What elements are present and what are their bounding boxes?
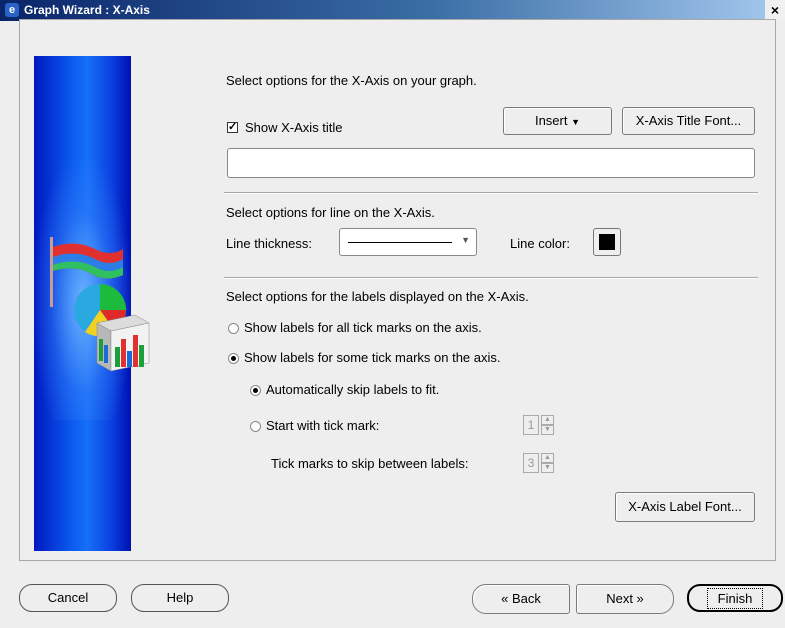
help-button[interactable]: Help [131,584,229,612]
x-axis-label-font-button[interactable]: X-Axis Label Font... [615,492,755,522]
radio-show-all-labels-label: Show labels for all tick marks on the ax… [244,320,482,335]
chevron-down-icon: ▼ [571,117,581,127]
color-swatch [599,234,615,250]
title-bar: e Graph Wizard : X-Axis × [0,0,785,21]
radio-show-all-labels[interactable] [228,323,239,334]
stepper-up-icon[interactable]: ▲ [541,453,554,463]
insert-button-label: Insert [534,113,568,128]
graph-wizard-icon: e [5,3,19,17]
radio-show-some-labels-label: Show labels for some tick marks on the a… [244,350,501,365]
line-thickness-label: Line thickness: [226,236,312,251]
x-axis-title-font-button[interactable]: X-Axis Title Font... [622,107,755,135]
chevron-down-icon: ▼ [461,235,470,245]
stepper-down-icon[interactable]: ▼ [541,425,554,435]
skip-ticks-stepper[interactable]: 3 ▲ ▼ [523,453,555,473]
radio-auto-skip-label: Automatically skip labels to fit. [266,382,440,397]
x-axis-title-input[interactable] [227,148,755,178]
radio-start-tick-label: Start with tick mark: [266,418,380,433]
close-icon[interactable]: × [765,0,785,21]
finish-button[interactable]: Finish [687,584,783,612]
radio-auto-skip[interactable] [250,385,261,396]
insert-button[interactable]: Insert ▼ [503,107,612,135]
next-button[interactable]: Next » [576,584,674,614]
labels-section-heading: Select options for the labels displayed … [226,289,529,304]
skip-ticks-label: Tick marks to skip between labels: [271,456,469,471]
skip-ticks-value: 3 [523,453,539,473]
separator [224,192,758,194]
line-color-button[interactable] [593,228,621,256]
intro-text: Select options for the X-Axis on your gr… [226,73,477,88]
radio-start-tick[interactable] [250,421,261,432]
back-button-label: Back [511,591,541,606]
line-thickness-sample [348,242,452,243]
start-tick-value: 1 [523,415,539,435]
back-button[interactable]: « Back [472,584,570,614]
line-thickness-select[interactable]: ▼ [339,228,477,256]
show-title-label: Show X-Axis title [245,120,343,135]
window-title: Graph Wizard : X-Axis [24,3,150,17]
cancel-button[interactable]: Cancel [19,584,117,612]
start-tick-stepper[interactable]: 1 ▲ ▼ [523,415,555,435]
line-color-label: Line color: [510,236,570,251]
next-chevron-icon: » [632,591,644,606]
line-section-heading: Select options for line on the X-Axis. [226,205,435,220]
next-button-label: Next [606,591,633,606]
finish-button-label: Finish [706,588,764,609]
graph-illustration-icon [50,237,150,372]
flag-pole [50,237,53,307]
stepper-up-icon[interactable]: ▲ [541,415,554,425]
stepper-down-icon[interactable]: ▼ [541,463,554,473]
radio-show-some-labels[interactable] [228,353,239,364]
separator [224,277,758,279]
back-chevron-icon: « [501,591,512,606]
show-title-checkbox[interactable]: ✓ [227,122,238,133]
